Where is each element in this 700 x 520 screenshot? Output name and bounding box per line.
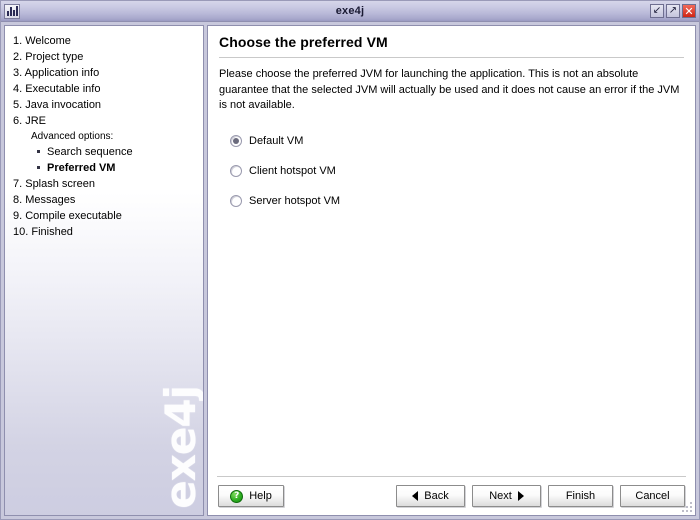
radio-label: Server hotspot VM (249, 195, 341, 207)
sidebar-item-finished[interactable]: 10. Finished (13, 224, 203, 240)
window-controls: ↙ ↗ ✕ (650, 4, 696, 18)
cancel-button[interactable]: Cancel (620, 485, 685, 507)
page-description: Please choose the preferred JVM for laun… (219, 68, 680, 111)
radio-label: Client hotspot VM (249, 165, 336, 177)
radio-icon[interactable] (230, 195, 242, 207)
back-button[interactable]: Back (396, 485, 465, 507)
wizard-button-bar: ? Help Back Next Finish Cancel (208, 477, 695, 515)
sidebar-item-project-type[interactable]: 2. Project type (13, 49, 203, 65)
next-button-label: Next (489, 490, 512, 502)
window-titlebar[interactable]: exe4j ↙ ↗ ✕ (1, 1, 699, 22)
finish-button[interactable]: Finish (548, 485, 613, 507)
exe4j-watermark-logo: exe4j (156, 386, 204, 509)
wizard-step-list: 1. Welcome 2. Project type 3. Applicatio… (5, 26, 203, 240)
bullet-icon (37, 149, 40, 153)
sidebar-item-preferred-vm[interactable]: Preferred VM (13, 160, 203, 176)
close-icon[interactable]: ✕ (682, 4, 696, 18)
help-button-label: Help (249, 490, 272, 502)
wizard-page-body: Choose the preferred VM Please choose th… (208, 26, 695, 476)
title-divider (219, 57, 684, 58)
radio-client-hotspot-vm[interactable]: Client hotspot VM (230, 163, 684, 180)
help-button[interactable]: ? Help (218, 485, 284, 507)
window-title: exe4j (335, 5, 365, 17)
help-icon: ? (230, 489, 244, 503)
preferred-vm-radio-group: Default VM Client hotspot VM Server hots… (219, 133, 684, 210)
page-title: Choose the preferred VM (219, 34, 388, 50)
wizard-main-panel: Choose the preferred VM Please choose th… (207, 25, 696, 516)
next-button[interactable]: Next (472, 485, 541, 507)
sidebar-advanced-options-header: Advanced options: (31, 131, 114, 142)
resize-grip-icon[interactable] (681, 501, 693, 513)
bullet-icon (37, 165, 40, 169)
radio-label: Default VM (249, 135, 304, 147)
radio-icon[interactable] (230, 135, 242, 147)
app-chart-icon (4, 3, 20, 19)
sidebar-item-label: Search sequence (47, 146, 133, 158)
exe4j-wizard-window: exe4j ↙ ↗ ✕ 1. Welcome 2. Project type 3… (0, 0, 700, 520)
sidebar-item-jre[interactable]: 6. JRE (13, 113, 203, 129)
window-content: 1. Welcome 2. Project type 3. Applicatio… (1, 22, 699, 519)
sidebar-item-application-info[interactable]: 3. Application info (13, 65, 203, 81)
sidebar-item-welcome[interactable]: 1. Welcome (13, 33, 203, 49)
arrow-left-icon (412, 491, 419, 501)
sidebar-item-splash-screen[interactable]: 7. Splash screen (13, 176, 203, 192)
maximize-icon[interactable]: ↗ (666, 4, 680, 18)
radio-icon[interactable] (230, 165, 242, 177)
back-button-label: Back (424, 490, 449, 502)
sidebar-item-label: Preferred VM (47, 162, 116, 174)
sidebar-item-search-sequence[interactable]: Search sequence (13, 144, 203, 160)
navigation-buttons: Back Next Finish Cancel (396, 485, 685, 507)
arrow-right-icon (517, 491, 524, 501)
sidebar-item-java-invocation[interactable]: 5. Java invocation (13, 97, 203, 113)
minimize-icon[interactable]: ↙ (650, 4, 664, 18)
radio-server-hotspot-vm[interactable]: Server hotspot VM (230, 193, 684, 210)
sidebar-item-messages[interactable]: 8. Messages (13, 192, 203, 208)
cancel-button-label: Cancel (635, 490, 670, 502)
wizard-step-sidebar: 1. Welcome 2. Project type 3. Applicatio… (4, 25, 204, 516)
radio-default-vm[interactable]: Default VM (230, 133, 684, 150)
finish-button-label: Finish (565, 490, 596, 502)
sidebar-item-executable-info[interactable]: 4. Executable info (13, 81, 203, 97)
sidebar-item-compile-executable[interactable]: 9. Compile executable (13, 208, 203, 224)
